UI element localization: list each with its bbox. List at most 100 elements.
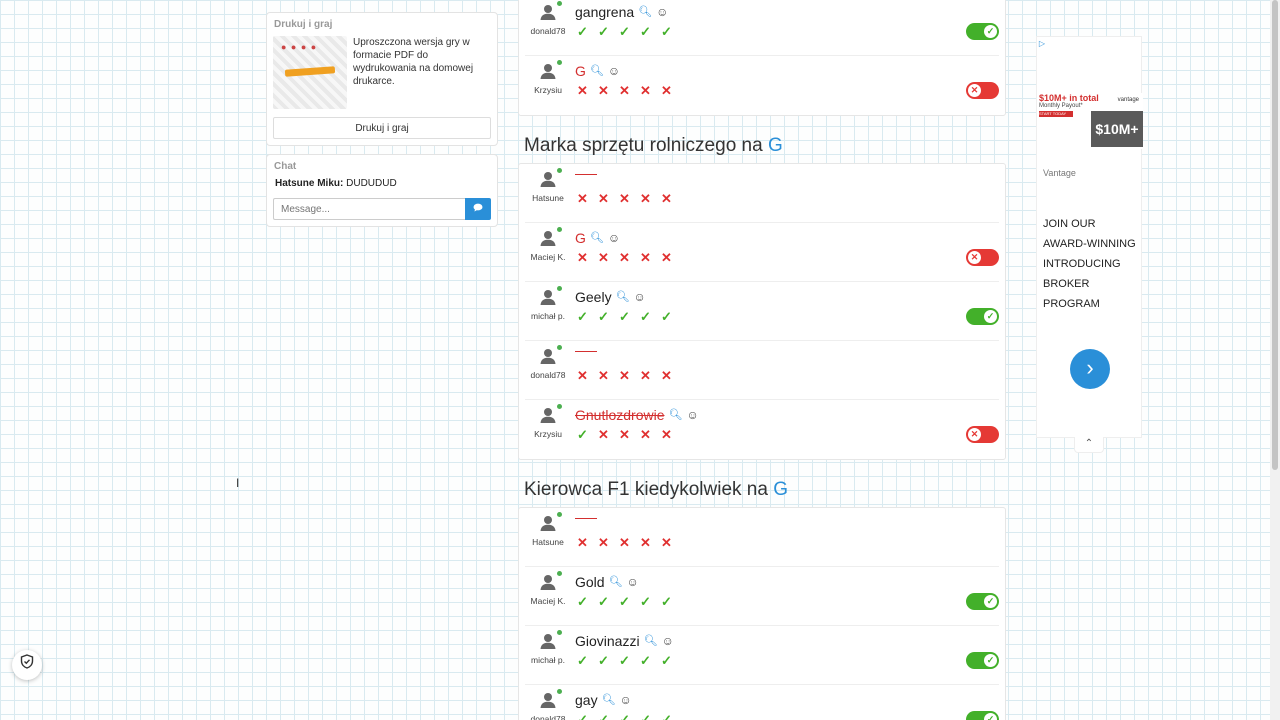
- vote-cross-icon: ✕: [661, 191, 672, 206]
- answer-row: Krzysiu G 🔍︎ ☺ ✕ ✕ ✕ ✕ ✕ ✕: [525, 56, 999, 115]
- answer-row: michał p. Geely 🔍︎ ☺ ✓ ✓ ✓ ✓ ✓ ✓: [525, 282, 999, 341]
- search-icon[interactable]: 🔍︎: [609, 576, 623, 588]
- answer-text: G: [575, 230, 586, 246]
- chat-message-input[interactable]: [273, 198, 465, 220]
- answers-card: donald78 gangrena 🔍︎ ☺ ✓ ✓ ✓ ✓ ✓ ✓ Krzysiu G 🔍︎ ☺ ✕ ✕ ✕ ✕…: [518, 0, 1006, 116]
- vote-check-icon: ✓: [598, 712, 609, 720]
- answer-text: gangrena: [575, 4, 635, 20]
- avatar-icon: [537, 689, 562, 711]
- avatar-icon: [537, 404, 562, 426]
- accept-toggle[interactable]: ✓: [966, 593, 999, 610]
- ad-collapse-chevron-up-icon[interactable]: ⌃: [1074, 437, 1104, 453]
- ad-line: PROGRAM: [1043, 298, 1100, 310]
- vote-cross-icon: ✕: [640, 250, 651, 265]
- vote-cross-icon: ✕: [661, 427, 672, 442]
- vote-check-icon: ✓: [577, 24, 588, 39]
- player[interactable]: Maciej K.: [525, 571, 571, 606]
- add-emoji-icon[interactable]: ☺: [656, 6, 668, 18]
- ad-chevron-right-icon[interactable]: ›: [1070, 349, 1110, 389]
- player[interactable]: Hatsune: [525, 168, 571, 203]
- player-name: Hatsune: [532, 193, 564, 203]
- vote-check-icon: ✓: [619, 24, 630, 39]
- player[interactable]: michał p.: [525, 630, 571, 665]
- player[interactable]: Krzysiu: [525, 404, 571, 439]
- vote-cross-icon: ✕: [640, 83, 651, 98]
- accept-toggle[interactable]: ✕: [966, 249, 999, 266]
- add-emoji-icon[interactable]: ☺: [634, 291, 646, 303]
- ad-amount: $10M+ in total: [1039, 93, 1099, 103]
- search-icon[interactable]: 🔍︎: [616, 291, 630, 303]
- votes: ✓ ✓ ✓ ✓ ✓: [575, 712, 674, 720]
- ad-banner[interactable]: $10M+ in total Monthly Payout* vantage S…: [1037, 93, 1143, 149]
- advertisement[interactable]: ▷ $10M+ in total Monthly Payout* vantage…: [1036, 36, 1143, 438]
- add-emoji-icon[interactable]: ☺: [608, 232, 620, 244]
- add-emoji-icon[interactable]: ☺: [620, 694, 632, 706]
- empty-answer-dash: [575, 174, 597, 175]
- ad-advertiser: Vantage: [1043, 168, 1076, 178]
- ad-start-button[interactable]: START TODAY: [1039, 111, 1073, 117]
- accept-toggle[interactable]: ✕: [966, 426, 999, 443]
- online-status-dot: [557, 227, 562, 232]
- player[interactable]: Hatsune: [525, 512, 571, 547]
- search-icon[interactable]: 🔍︎: [602, 694, 616, 706]
- vote-cross-icon: ✕: [619, 83, 630, 98]
- vote-check-icon: ✓: [619, 309, 630, 324]
- vote-check-icon: ✓: [661, 712, 672, 720]
- online-status-dot: [557, 345, 562, 350]
- vote-cross-icon: ✕: [640, 535, 651, 550]
- online-status-dot: [557, 512, 562, 517]
- online-status-dot: [557, 404, 562, 409]
- player[interactable]: Krzysiu: [525, 60, 571, 95]
- category-title: Marka sprzętu rolniczego na G: [524, 135, 1006, 157]
- print-and-play-button[interactable]: Drukuj i graj: [273, 117, 491, 139]
- check-icon: ✓: [984, 595, 997, 608]
- add-emoji-icon[interactable]: ☺: [608, 65, 620, 77]
- add-emoji-icon[interactable]: ☺: [627, 576, 639, 588]
- vote-cross-icon: ✕: [577, 535, 588, 550]
- chat-author: Hatsune Miku:: [275, 178, 344, 189]
- accept-toggle[interactable]: ✓: [966, 23, 999, 40]
- accept-toggle[interactable]: ✓: [966, 308, 999, 325]
- search-icon[interactable]: 🔍︎: [590, 65, 604, 77]
- vote-check-icon: ✓: [640, 712, 651, 720]
- player[interactable]: donald78: [525, 1, 571, 36]
- accept-toggle[interactable]: ✓: [966, 711, 999, 720]
- search-icon[interactable]: 🔍︎: [638, 6, 652, 18]
- player[interactable]: Maciej K.: [525, 227, 571, 262]
- online-status-dot: [557, 60, 562, 65]
- accept-toggle[interactable]: ✕: [966, 82, 999, 99]
- answers-card: Hatsune ✕ ✕ ✕ ✕ ✕ Maciej K. G 🔍︎ ☺ ✕ ✕ ✕ ✕ ✕ ✕ michał p.…: [518, 163, 1006, 460]
- answer: Gold 🔍︎ ☺: [575, 574, 639, 590]
- votes: ✓ ✓ ✓ ✓ ✓: [575, 594, 674, 609]
- answer: [575, 348, 597, 352]
- avatar-icon: [537, 630, 562, 652]
- add-emoji-icon[interactable]: ☺: [686, 409, 698, 421]
- avatar-icon: [537, 512, 562, 534]
- chat-send-button[interactable]: [465, 198, 491, 220]
- search-icon[interactable]: 🔍︎: [590, 232, 604, 244]
- chat-message: Hatsune Miku: DUDUDUD: [275, 178, 489, 189]
- accept-toggle[interactable]: ✓: [966, 652, 999, 669]
- print-thumbnail[interactable]: ● ● ● ●: [273, 36, 347, 109]
- votes: ✓ ✕ ✕ ✕ ✕: [575, 427, 674, 442]
- check-icon: ✓: [984, 713, 997, 720]
- vote-cross-icon: ✕: [598, 250, 609, 265]
- add-emoji-icon[interactable]: ☺: [662, 635, 674, 647]
- player[interactable]: michał p.: [525, 286, 571, 321]
- answer-text: Geely: [575, 289, 612, 305]
- page-scrollbar[interactable]: [1270, 0, 1280, 720]
- search-icon[interactable]: 🔍︎: [644, 635, 658, 647]
- vote-check-icon: ✓: [619, 594, 630, 609]
- chat-form: [273, 198, 491, 220]
- shield-icon[interactable]: [12, 650, 42, 680]
- player[interactable]: donald78: [525, 345, 571, 380]
- search-icon[interactable]: 🔍︎: [669, 409, 683, 421]
- player-name: Krzysiu: [534, 429, 562, 439]
- ad-choices-icon[interactable]: ▷: [1039, 39, 1045, 48]
- player-name: donald78: [530, 714, 566, 720]
- vote-check-icon: ✓: [619, 653, 630, 668]
- vote-cross-icon: ✕: [598, 191, 609, 206]
- player[interactable]: donald78: [525, 689, 571, 720]
- scrollbar-thumb[interactable]: [1272, 0, 1278, 470]
- answer: Geely 🔍︎ ☺: [575, 289, 646, 305]
